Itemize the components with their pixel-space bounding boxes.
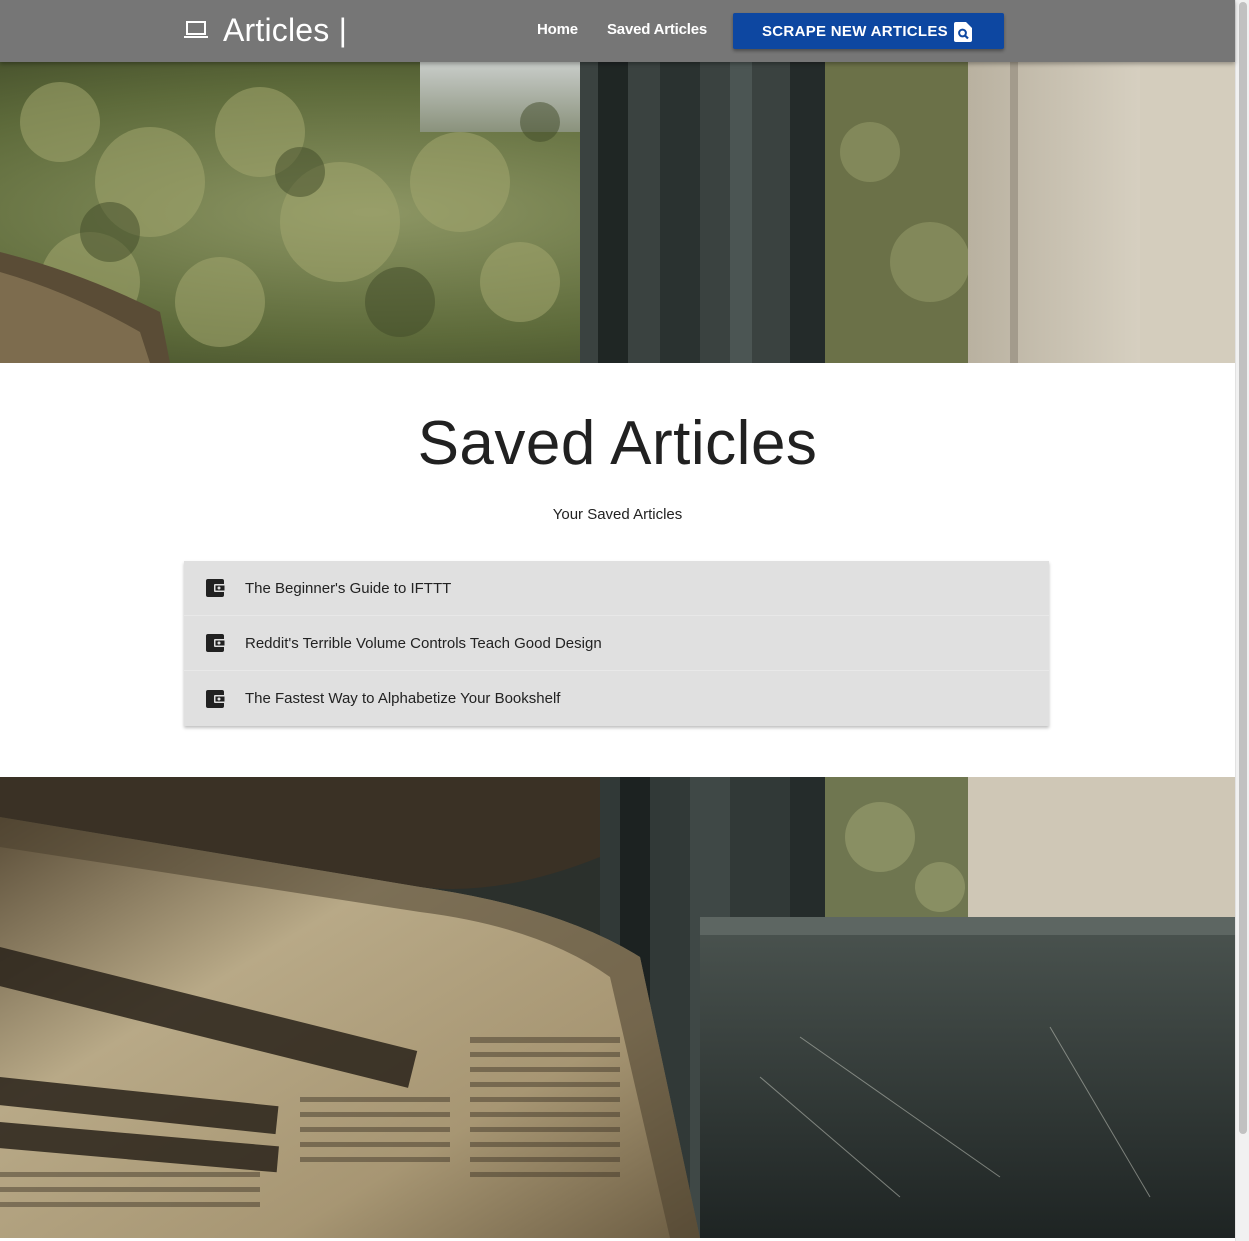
article-title: The Beginner's Guide to IFTTT <box>245 579 452 597</box>
article-item[interactable]: The Fastest Way to Alphabetize Your Book… <box>184 671 1049 726</box>
scrollbar-thumb[interactable] <box>1239 2 1247 1134</box>
brand[interactable]: Articles | <box>184 10 347 50</box>
laptop-icon <box>184 21 208 38</box>
hero-image-bottom <box>0 777 1235 1238</box>
wallet-icon <box>206 689 226 708</box>
page-subtitle: Your Saved Articles <box>552 506 683 523</box>
page: Articles | Home Saved Articles SCRAPE NE… <box>0 0 1249 1241</box>
page-title: Saved Articles <box>417 409 818 478</box>
navbar: Articles | Home Saved Articles SCRAPE NE… <box>0 0 1235 62</box>
saved-articles-section: Saved Articles Your Saved Articles The B… <box>0 363 1235 777</box>
nav-link-saved-articles[interactable]: Saved Articles <box>607 21 707 38</box>
article-item[interactable]: Reddit's Terrible Volume Controls Teach … <box>184 616 1049 671</box>
wallet-icon <box>206 634 226 652</box>
page-scrollbar[interactable] <box>1235 0 1249 1241</box>
nav-link-home[interactable]: Home <box>537 21 578 38</box>
article-title: The Fastest Way to Alphabetize Your Book… <box>245 690 561 707</box>
article-item[interactable]: The Beginner's Guide to IFTTT <box>184 561 1049 616</box>
scrape-new-articles-button[interactable]: SCRAPE NEW ARTICLES <box>733 13 1004 49</box>
hero-image-top <box>0 62 1235 363</box>
wallet-icon <box>206 579 226 597</box>
brand-title: Articles | <box>223 11 348 48</box>
find-in-page-icon <box>954 22 972 42</box>
article-title: Reddit's Terrible Volume Controls Teach … <box>245 634 602 652</box>
saved-articles-list: The Beginner's Guide to IFTTT Reddit's T… <box>184 561 1049 726</box>
scrape-button-label: SCRAPE NEW ARTICLES <box>762 22 948 40</box>
